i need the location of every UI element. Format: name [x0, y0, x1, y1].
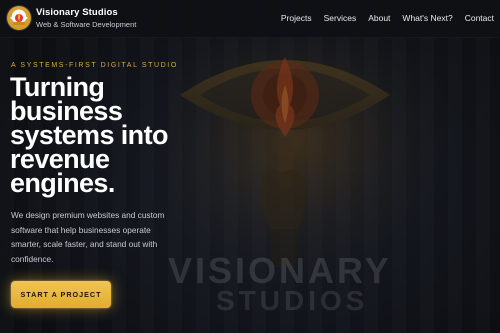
- main-nav: Projects Services About What's Next? Con…: [281, 13, 494, 23]
- nav-item-contact[interactable]: Contact: [465, 13, 494, 23]
- nav-item-services[interactable]: Services: [324, 13, 357, 23]
- brand-tagline: Web & Software Development: [36, 20, 137, 29]
- page: VISIONARY STUDIOS Visionary Studios Web …: [0, 0, 500, 333]
- headline-line: engines.: [10, 168, 115, 198]
- eye-flame-logo-icon[interactable]: [7, 6, 31, 30]
- nav-item-about[interactable]: About: [368, 13, 390, 23]
- nav-item-projects[interactable]: Projects: [281, 13, 312, 23]
- nav-item-whats-next[interactable]: What's Next?: [402, 13, 452, 23]
- hero-kicker: A SYSTEMS-FIRST DIGITAL STUDIO: [11, 62, 178, 69]
- hero-description: We design premium websites and custom so…: [11, 210, 165, 264]
- brand-name[interactable]: Visionary Studios: [36, 7, 118, 18]
- hero-headline: Turning business systems into revenue en…: [10, 74, 210, 198]
- site-header: Visionary Studios Web & Software Develop…: [0, 0, 500, 38]
- start-project-button[interactable]: START A PROJECT: [11, 281, 111, 308]
- brand-watermark-line2: STUDIOS: [216, 285, 369, 316]
